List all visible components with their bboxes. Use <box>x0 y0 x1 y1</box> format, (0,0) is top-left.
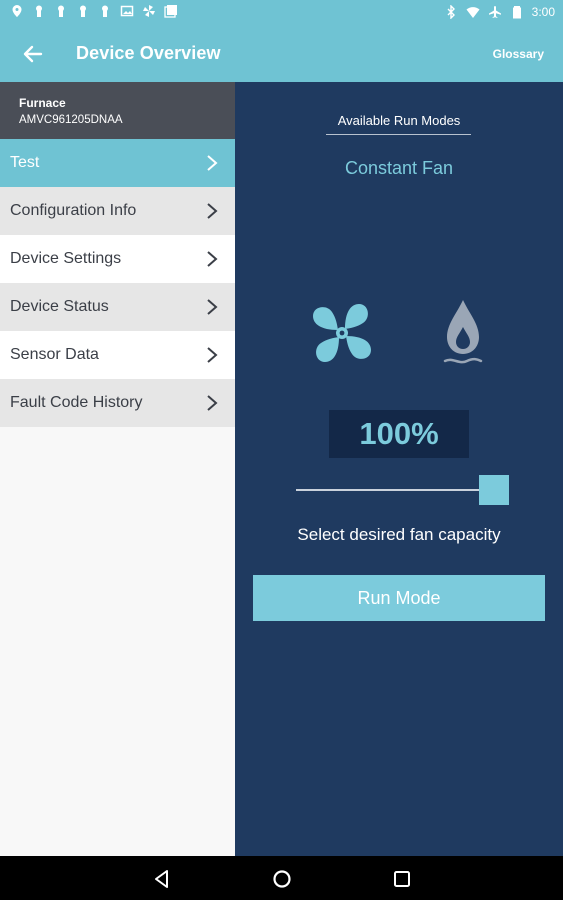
glossary-link[interactable]: Glossary <box>493 47 544 61</box>
sidebar-item-device-status[interactable]: Device Status <box>0 283 235 331</box>
slider-thumb[interactable] <box>479 475 509 505</box>
fan-icon[interactable] <box>311 302 373 364</box>
sidebar-item-label: Configuration Info <box>10 202 137 219</box>
run-mode-button[interactable]: Run Mode <box>253 575 545 621</box>
notification-icons <box>10 4 178 18</box>
sidebar-item-label: Device Status <box>10 298 109 315</box>
sidebar-item-label: Device Settings <box>10 250 122 267</box>
sidebar: Furnace AMVC961205DNAA Test Configuratio… <box>0 82 235 856</box>
status-bar: 3:00 <box>0 0 563 24</box>
home-circle-icon[interactable] <box>271 868 293 890</box>
gallery-icon <box>164 5 177 18</box>
battery-icon <box>512 6 521 19</box>
keyhole-icon <box>36 5 42 17</box>
device-type: Furnace <box>19 96 66 110</box>
system-icons: 3:00 <box>444 4 555 20</box>
chevron-right-icon <box>207 395 218 411</box>
wifi-icon <box>466 7 480 18</box>
sidebar-item-fault-code-history[interactable]: Fault Code History <box>0 379 235 427</box>
chevron-right-icon <box>207 155 218 171</box>
main-panel: Available Run Modes Constant Fan 100% Se… <box>235 82 563 856</box>
modes-underline <box>326 134 471 135</box>
chevron-right-icon <box>207 203 218 219</box>
system-nav-bar <box>0 856 563 900</box>
selected-mode-name: Constant Fan <box>344 158 454 178</box>
sidebar-item-label: Sensor Data <box>10 346 99 363</box>
keyhole-icon <box>58 5 64 17</box>
fan-capacity-slider[interactable] <box>296 489 496 491</box>
sidebar-item-label: Fault Code History <box>10 394 143 411</box>
back-triangle-icon[interactable] <box>151 868 173 890</box>
image-icon <box>120 5 134 17</box>
sidebar-item-sensor-data[interactable]: Sensor Data <box>0 331 235 379</box>
page-title: Device Overview <box>76 43 221 63</box>
pinwheel-icon <box>143 5 155 17</box>
chevron-right-icon <box>207 299 218 315</box>
location-pin-icon <box>12 5 22 17</box>
status-time: 3:00 <box>531 5 555 19</box>
select-capacity-label: Select desired fan capacity <box>297 525 501 544</box>
app-bar: Device Overview Glossary <box>0 24 563 82</box>
device-header: Furnace AMVC961205DNAA <box>0 82 235 139</box>
keyhole-icon <box>80 5 86 17</box>
airplane-icon <box>488 6 501 18</box>
recents-square-icon[interactable] <box>391 868 413 890</box>
sidebar-item-label: Test <box>10 154 40 171</box>
chevron-right-icon <box>207 347 218 363</box>
sidebar-item-device-settings[interactable]: Device Settings <box>0 235 235 283</box>
bluetooth-icon <box>447 5 455 19</box>
keyhole-icon <box>102 5 108 17</box>
arrow-left-icon[interactable] <box>20 41 46 67</box>
capacity-readout: 100% <box>329 410 469 458</box>
flame-icon[interactable] <box>441 297 485 371</box>
sidebar-item-test[interactable]: Test <box>0 139 235 187</box>
available-run-modes-label: Available Run Modes <box>337 113 461 128</box>
sidebar-item-configuration-info[interactable]: Configuration Info <box>0 187 235 235</box>
chevron-right-icon <box>207 251 218 267</box>
device-model: AMVC961205DNAA <box>19 114 123 126</box>
